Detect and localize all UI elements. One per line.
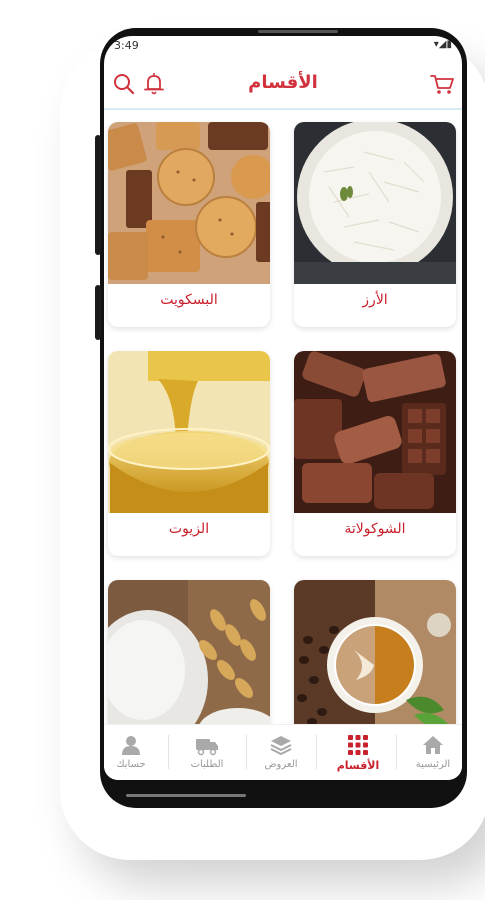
status-icons: ▾◢▮ [433,39,452,50]
coffee-tea-image [294,580,456,726]
category-card-rice[interactable]: الأرز [294,122,456,327]
nav-orders[interactable]: الطلبات [172,725,242,780]
category-card-sugar-flour[interactable] [108,580,270,726]
nav-divider [396,735,397,769]
nav-categories[interactable]: الأقسام [323,725,393,780]
rice-image [294,122,456,284]
app-screen: 3:49 ▾◢▮ الأقسام الأرز البسكويت الشوكولا… [104,36,462,780]
status-time: 3:49 [114,39,139,52]
nav-label: الأقسام [336,759,380,772]
nav-account[interactable]: حسابك [104,725,166,780]
cart-icon[interactable] [428,70,456,98]
category-card-coffee-tea[interactable] [294,580,456,726]
nav-label: حسابك [116,759,146,770]
category-card-biscuits[interactable]: البسكويت [108,122,270,327]
phone-side-button [95,285,101,340]
sugar-flour-image [108,580,270,726]
truck-icon [196,739,218,756]
category-label: الشوكولاتة [344,521,406,537]
category-card-chocolate[interactable]: الشوكولاتة [294,351,456,556]
nav-divider [168,735,169,769]
home-indicator [126,794,246,797]
biscuits-image [108,122,270,284]
categories-grid: الأرز البسكويت الشوكولاتة الزيوت [104,114,462,726]
oils-image [108,351,270,513]
nav-offers[interactable]: العروض [246,725,316,780]
category-label: الزيوت [168,521,210,537]
nav-divider [316,735,317,769]
bottom-navigation: حسابك الطلبات العروض الأقسام الرئيسية [104,724,462,780]
nav-label: العروض [264,759,298,770]
chocolate-image [294,351,456,513]
home-icon [423,736,443,754]
page-title: الأقسام [248,72,318,93]
layers-icon [270,736,292,756]
category-label: الأرز [362,292,388,308]
nav-label: الرئيسية [415,759,451,770]
category-label: البسكويت [160,292,218,308]
app-header: الأقسام [104,62,462,110]
user-icon [122,736,140,755]
status-bar: 3:49 ▾◢▮ [104,36,462,58]
phone-top-edge [258,30,338,33]
phone-side-button [95,135,101,255]
nav-label: الطلبات [190,759,224,770]
grid-icon [348,735,368,755]
category-card-oils[interactable]: الزيوت [108,351,270,556]
nav-home[interactable]: الرئيسية [398,725,462,780]
